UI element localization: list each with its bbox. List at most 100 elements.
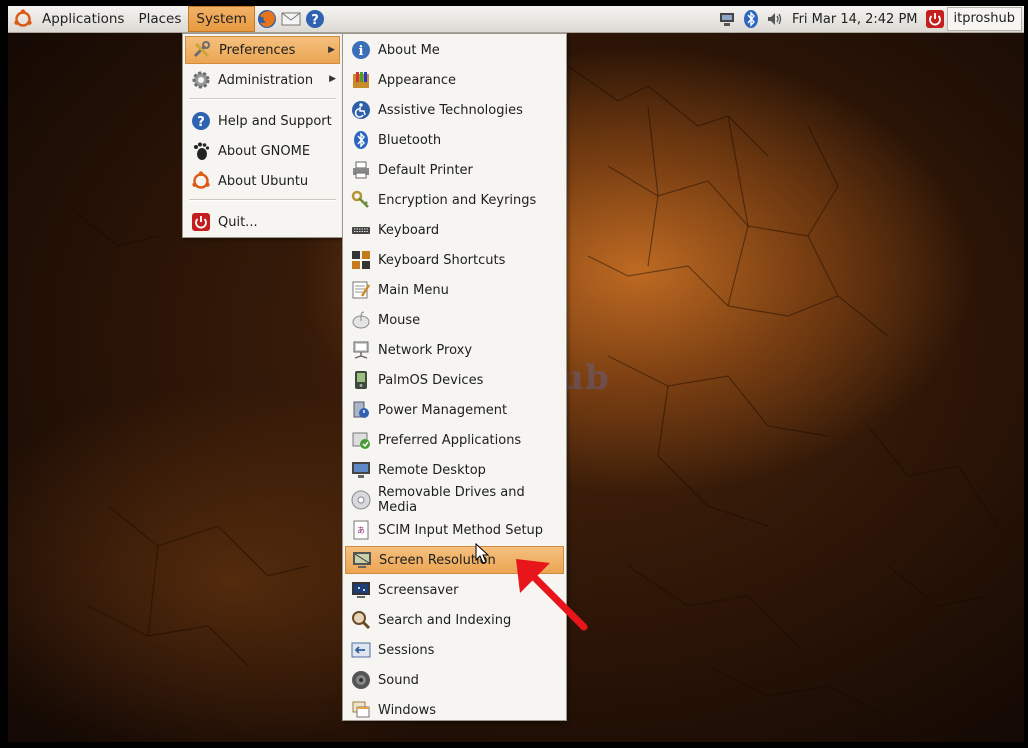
menu-item-appearance[interactable]: Appearance bbox=[345, 66, 564, 94]
network-icon[interactable] bbox=[716, 8, 738, 30]
applications-menu[interactable]: Applications bbox=[35, 6, 131, 32]
printer-icon bbox=[350, 159, 372, 181]
menu-item-preferences[interactable]: Preferences ▶ bbox=[185, 36, 340, 64]
sound-icon bbox=[350, 669, 372, 691]
menu-item-about-ubuntu[interactable]: About Ubuntu bbox=[185, 167, 340, 195]
menu-item-label: About GNOME bbox=[218, 143, 311, 159]
screen-resolution-icon bbox=[351, 549, 373, 571]
desktop: IT Pros Hub Applications Places System ?… bbox=[8, 6, 1024, 742]
menu-item-removable-drives[interactable]: Removable Drives and Media bbox=[345, 485, 564, 515]
bluetooth-icon bbox=[350, 129, 372, 151]
menu-item-label: Main Menu bbox=[378, 282, 449, 298]
remote-desktop-icon bbox=[350, 459, 372, 481]
menu-item-label: Encryption and Keyrings bbox=[378, 192, 537, 208]
accessibility-icon bbox=[350, 99, 372, 121]
main-menu-icon bbox=[350, 279, 372, 301]
menu-item-label: Help and Support bbox=[218, 113, 332, 129]
menu-item-about-me[interactable]: i About Me bbox=[345, 36, 564, 64]
menu-item-label: Assistive Technologies bbox=[378, 102, 523, 118]
menu-item-scim-input-method[interactable]: あ SCIM Input Method Setup bbox=[345, 516, 564, 544]
firefox-icon[interactable] bbox=[256, 8, 278, 30]
menu-item-help-and-support[interactable]: ? Help and Support bbox=[185, 107, 340, 135]
volume-icon[interactable] bbox=[764, 8, 786, 30]
menu-item-palmos-devices[interactable]: PalmOS Devices bbox=[345, 366, 564, 394]
menu-item-label: Sound bbox=[378, 672, 419, 688]
bluetooth-icon[interactable] bbox=[740, 8, 762, 30]
svg-text:?: ? bbox=[311, 13, 319, 28]
places-menu[interactable]: Places bbox=[131, 6, 188, 32]
menu-item-main-menu[interactable]: Main Menu bbox=[345, 276, 564, 304]
preferences-icon bbox=[191, 39, 213, 61]
windows-icon bbox=[350, 699, 372, 721]
sessions-icon bbox=[350, 639, 372, 661]
menu-item-label: Mouse bbox=[378, 312, 421, 328]
preferred-apps-icon bbox=[350, 429, 372, 451]
system-menu-title[interactable]: System bbox=[188, 6, 255, 32]
user-switcher[interactable]: itproshub bbox=[946, 7, 1022, 31]
menu-item-label: Remote Desktop bbox=[378, 462, 486, 478]
gnome-foot-icon bbox=[190, 140, 212, 162]
scim-icon: あ bbox=[350, 519, 372, 541]
clock[interactable]: Fri Mar 14, 2:42 PM bbox=[787, 12, 922, 27]
menu-item-mouse[interactable]: Mouse bbox=[345, 306, 564, 334]
menu-item-default-printer[interactable]: Default Printer bbox=[345, 156, 564, 184]
mouse-cursor-icon bbox=[475, 543, 490, 564]
submenu-arrow-icon: ▶ bbox=[328, 45, 335, 55]
menu-item-administration[interactable]: Administration ▶ bbox=[185, 66, 340, 94]
menu-item-quit[interactable]: Quit... bbox=[185, 208, 340, 236]
menu-separator bbox=[189, 199, 336, 201]
menu-item-bluetooth[interactable]: Bluetooth bbox=[345, 126, 564, 154]
submenu-arrow-icon: ▶ bbox=[329, 74, 336, 84]
menu-item-label: About Ubuntu bbox=[218, 173, 309, 189]
mail-icon[interactable] bbox=[280, 8, 302, 30]
menu-item-label: Quit... bbox=[218, 214, 258, 230]
menu-item-label: Power Management bbox=[378, 402, 508, 418]
menu-item-sound[interactable]: Sound bbox=[345, 666, 564, 694]
menu-item-label: Screensaver bbox=[378, 582, 459, 598]
menu-separator bbox=[189, 98, 336, 100]
gear-icon bbox=[190, 69, 212, 91]
menu-item-label: Default Printer bbox=[378, 162, 473, 178]
mouse-icon bbox=[350, 309, 372, 331]
menu-item-network-proxy[interactable]: Network Proxy bbox=[345, 336, 564, 364]
ubuntu-icon bbox=[190, 170, 212, 192]
menu-item-label: Windows bbox=[378, 702, 437, 718]
help-icon: ? bbox=[190, 110, 212, 132]
menu-item-keyboard-shortcuts[interactable]: Keyboard Shortcuts bbox=[345, 246, 564, 274]
menu-item-label: SCIM Input Method Setup bbox=[378, 522, 544, 538]
menu-item-label: Sessions bbox=[378, 642, 435, 658]
menu-item-label: Keyboard Shortcuts bbox=[378, 252, 506, 268]
search-icon bbox=[350, 609, 372, 631]
menu-item-label: About Me bbox=[378, 42, 440, 58]
power-icon bbox=[190, 211, 212, 233]
shortcuts-icon bbox=[350, 249, 372, 271]
power-management-icon bbox=[350, 399, 372, 421]
menu-item-about-gnome[interactable]: About GNOME bbox=[185, 137, 340, 165]
svg-text:?: ? bbox=[197, 115, 205, 130]
menu-item-label: PalmOS Devices bbox=[378, 372, 484, 388]
menu-item-remote-desktop[interactable]: Remote Desktop bbox=[345, 456, 564, 484]
menu-item-keyboard[interactable]: Keyboard bbox=[345, 216, 564, 244]
help-icon[interactable]: ? bbox=[304, 8, 326, 30]
menu-item-label: Search and Indexing bbox=[378, 612, 512, 628]
shutdown-icon[interactable] bbox=[924, 8, 946, 30]
menu-item-label: Bluetooth bbox=[378, 132, 442, 148]
keyring-icon bbox=[350, 189, 372, 211]
appearance-icon bbox=[350, 69, 372, 91]
menu-item-label: Network Proxy bbox=[378, 342, 473, 358]
menu-item-windows[interactable]: Windows bbox=[345, 696, 564, 724]
menu-item-label: Appearance bbox=[378, 72, 457, 88]
annotation-arrow-icon bbox=[516, 559, 588, 631]
menu-item-preferred-applications[interactable]: Preferred Applications bbox=[345, 426, 564, 454]
ubuntu-logo-icon[interactable] bbox=[12, 8, 34, 30]
menu-item-power-management[interactable]: Power Management bbox=[345, 396, 564, 424]
menu-item-assistive-technologies[interactable]: Assistive Technologies bbox=[345, 96, 564, 124]
keyboard-icon bbox=[350, 219, 372, 241]
svg-text:i: i bbox=[359, 44, 364, 59]
menu-item-label: Administration bbox=[218, 72, 314, 88]
menu-item-label: Keyboard bbox=[378, 222, 440, 238]
menu-item-encryption-and-keyrings[interactable]: Encryption and Keyrings bbox=[345, 186, 564, 214]
menu-item-label: Preferred Applications bbox=[378, 432, 522, 448]
top-panel: Applications Places System ? Fri Mar 14,… bbox=[8, 6, 1024, 33]
disc-icon bbox=[350, 489, 372, 511]
